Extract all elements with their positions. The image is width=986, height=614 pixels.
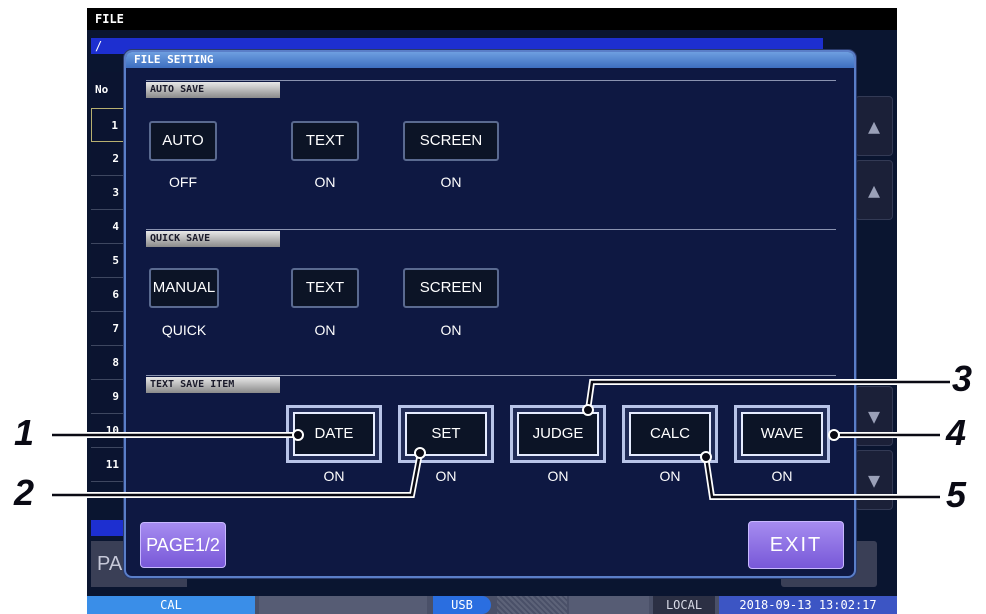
callout-1: 1 <box>14 412 35 453</box>
callout-lines <box>49 379 953 500</box>
callout-2: 2 <box>14 472 35 513</box>
callout-4: 4 <box>946 412 967 453</box>
callout-3: 3 <box>952 358 973 399</box>
callout-5: 5 <box>946 474 967 515</box>
